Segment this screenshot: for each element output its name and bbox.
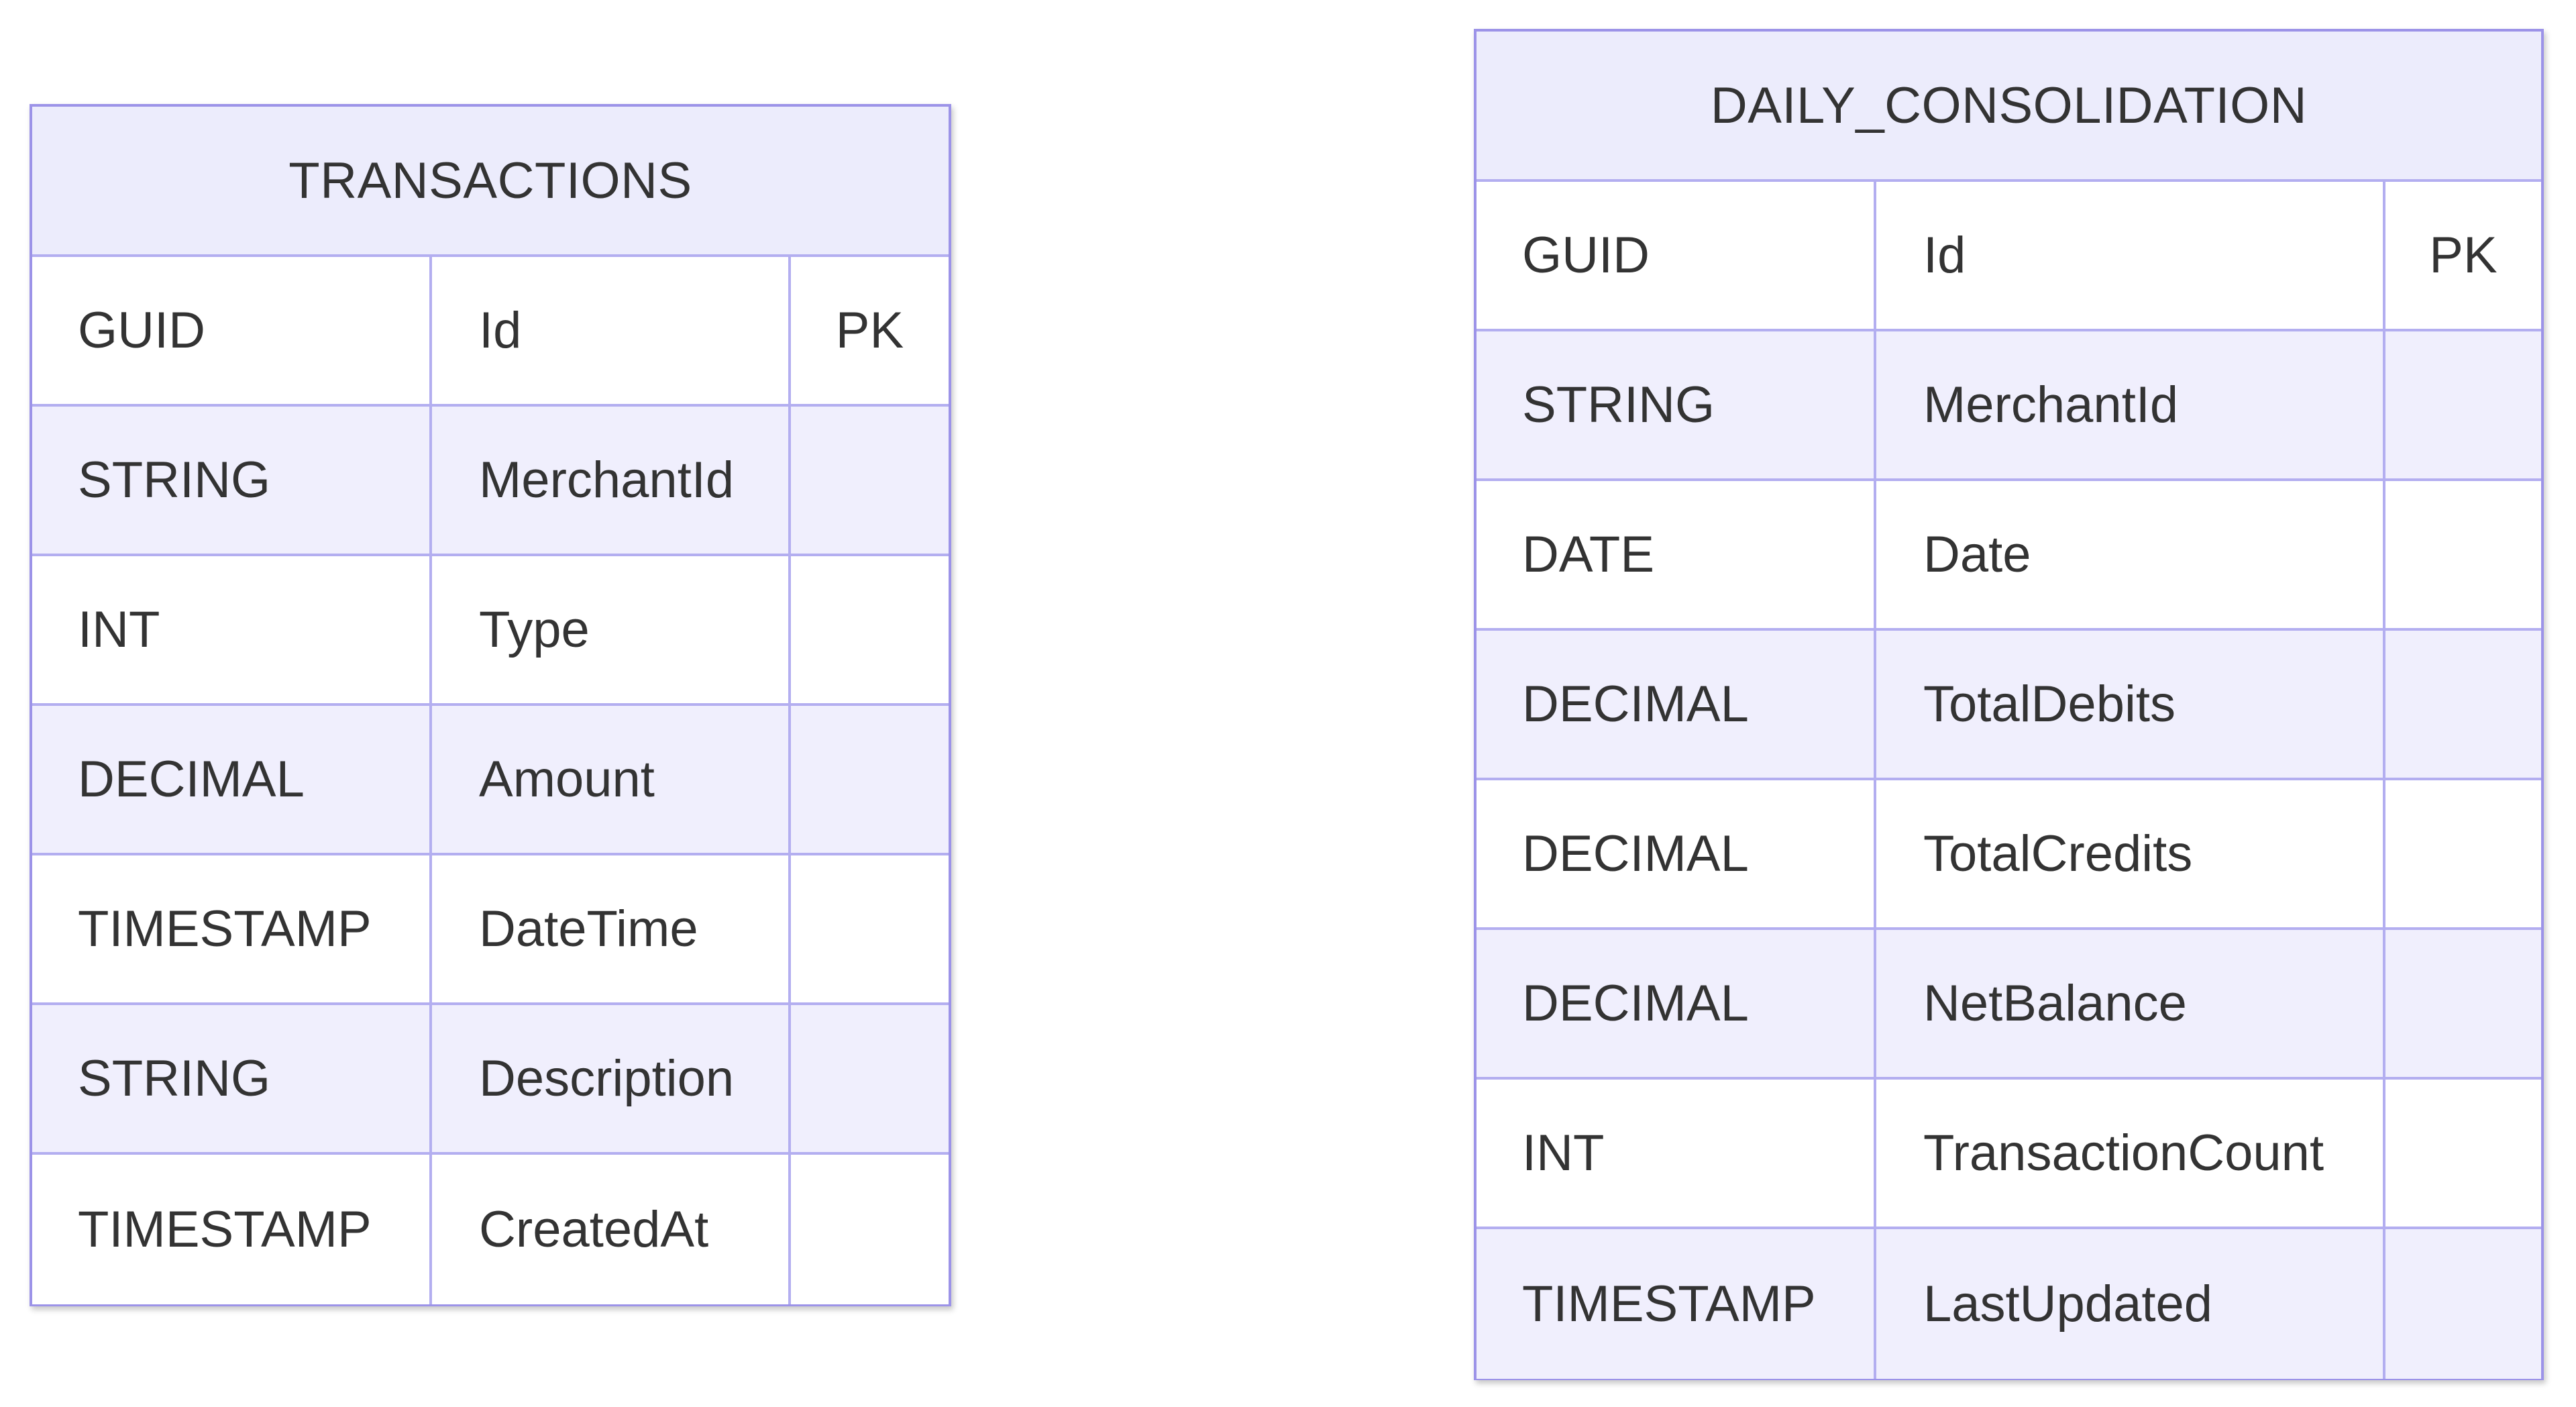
attribute-key <box>2383 780 2541 927</box>
attribute-name: Id <box>429 257 788 404</box>
attribute-row: TIMESTAMP LastUpdated <box>1477 1229 2541 1379</box>
attribute-type: TIMESTAMP <box>78 1201 372 1258</box>
attribute-row: GUID Id PK <box>32 257 949 407</box>
attribute-type: STRING <box>78 1050 271 1107</box>
attribute-row: DECIMAL TotalDebits <box>1477 631 2541 780</box>
attribute-row: STRING MerchantId <box>1477 331 2541 481</box>
attribute-key <box>788 855 949 1002</box>
attribute-type: STRING <box>78 452 271 509</box>
attribute-name: Id <box>1874 182 2383 329</box>
attribute-key <box>2383 481 2541 628</box>
attribute-row: STRING MerchantId <box>32 407 949 556</box>
attribute-key <box>788 556 949 703</box>
attribute-name: LastUpdated <box>1874 1229 2383 1379</box>
attribute-type: DECIMAL <box>1522 825 1749 882</box>
attribute-type: STRING <box>1522 376 1715 433</box>
attribute-key <box>788 1155 949 1304</box>
attribute-row: DATE Date <box>1477 481 2541 631</box>
entity-daily-consolidation: DAILY_CONSOLIDATION GUID Id PK STRING Me… <box>1474 29 2544 1380</box>
attribute-key <box>788 706 949 853</box>
attribute-name: TransactionCount <box>1874 1080 2383 1227</box>
attribute-key: PK <box>788 257 949 404</box>
attribute-row: TIMESTAMP CreatedAt <box>32 1155 949 1304</box>
attribute-name: CreatedAt <box>429 1155 788 1304</box>
attribute-key <box>2383 1080 2541 1227</box>
attribute-type: INT <box>78 601 160 658</box>
attribute-key <box>788 407 949 554</box>
attribute-row: TIMESTAMP DateTime <box>32 855 949 1005</box>
attribute-type: DECIMAL <box>1522 676 1749 733</box>
attribute-type: TIMESTAMP <box>1522 1275 1816 1333</box>
attribute-name: TotalCredits <box>1874 780 2383 927</box>
attribute-key <box>788 1005 949 1152</box>
attribute-type: DECIMAL <box>78 751 305 808</box>
entity-title: DAILY_CONSOLIDATION <box>1477 32 2541 182</box>
attribute-type: GUID <box>78 302 205 359</box>
attribute-type: TIMESTAMP <box>78 900 372 957</box>
attribute-key <box>2383 1229 2541 1379</box>
attribute-key <box>2383 631 2541 778</box>
attribute-type: DATE <box>1522 526 1655 583</box>
attribute-type: INT <box>1522 1125 1605 1182</box>
attribute-row: STRING Description <box>32 1005 949 1155</box>
attribute-key <box>2383 930 2541 1077</box>
attribute-type: GUID <box>1522 227 1650 284</box>
attribute-row: DECIMAL TotalCredits <box>1477 780 2541 930</box>
attribute-name: NetBalance <box>1874 930 2383 1077</box>
attribute-name: TotalDebits <box>1874 631 2383 778</box>
attribute-row: DECIMAL NetBalance <box>1477 930 2541 1080</box>
attribute-row: DECIMAL Amount <box>32 706 949 855</box>
attribute-name: Type <box>429 556 788 703</box>
attribute-name: DateTime <box>429 855 788 1002</box>
attribute-name: MerchantId <box>429 407 788 554</box>
attribute-row: INT TransactionCount <box>1477 1080 2541 1229</box>
attribute-name: Date <box>1874 481 2383 628</box>
attribute-row: INT Type <box>32 556 949 706</box>
attribute-row: GUID Id PK <box>1477 182 2541 331</box>
attribute-name: Description <box>429 1005 788 1152</box>
attribute-key <box>2383 331 2541 478</box>
entity-transactions: TRANSACTIONS GUID Id PK STRING MerchantI… <box>30 104 951 1306</box>
attribute-name: MerchantId <box>1874 331 2383 478</box>
attribute-type: DECIMAL <box>1522 975 1749 1032</box>
attribute-name: Amount <box>429 706 788 853</box>
entity-title: TRANSACTIONS <box>32 107 949 257</box>
attribute-key: PK <box>2383 182 2541 329</box>
